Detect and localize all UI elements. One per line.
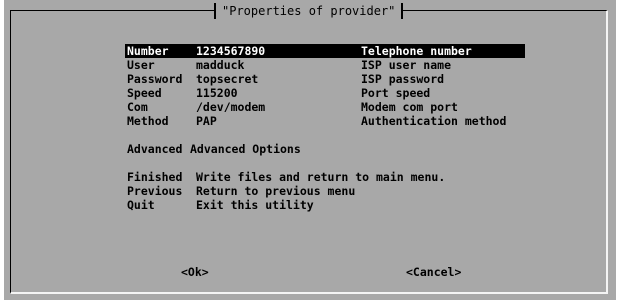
ok-button[interactable]: <Ok>: [181, 265, 209, 279]
menu-item-key: Number: [127, 44, 169, 58]
menu-item-description: Authentication method: [361, 114, 507, 128]
menu-item-description: Telephone number: [361, 44, 472, 58]
menu-item-description: ISP user name: [361, 58, 452, 72]
menu-item-value: Exit this utility: [196, 198, 314, 212]
menu-item-previous[interactable]: Previous Return to previous menu: [125, 184, 525, 198]
menu-item-method[interactable]: Method PAP Authentication method: [125, 114, 525, 128]
menu-item-key: Method: [127, 114, 169, 128]
menu-item-key: Com: [127, 100, 148, 114]
menu-item-value: 1234567890: [196, 44, 266, 58]
menu-item-value: topsecret: [196, 72, 259, 86]
menu-item-value: /dev/modem: [196, 100, 266, 114]
menu-item-finished[interactable]: Finished Write files and return to main …: [125, 170, 525, 184]
dialog-title: "Properties of provider": [214, 3, 404, 19]
menu-item-user[interactable]: User madduck ISP user name: [125, 58, 525, 72]
menu-item-description: Port speed: [361, 86, 431, 100]
menu-item-value: Return to previous menu: [196, 184, 356, 198]
menu-item-key: Advanced: [127, 142, 183, 156]
menu-item-description: Modem com port: [361, 100, 458, 114]
menu-item-value: Advanced Options: [190, 142, 301, 156]
menu-item-key: Previous: [127, 184, 183, 198]
menu-item-value: 115200: [196, 86, 238, 100]
menu-item-password[interactable]: Password topsecret ISP password: [125, 72, 525, 86]
menu-item-key: Quit: [127, 198, 155, 212]
menu-item-key: Finished: [127, 170, 183, 184]
menu-item-value: Write files and return to main menu.: [196, 170, 446, 184]
menu-item-value: PAP: [196, 114, 217, 128]
menu-item-description: ISP password: [361, 72, 445, 86]
menu-item-speed[interactable]: Speed 115200 Port speed: [125, 86, 525, 100]
menu-item-value: madduck: [196, 58, 245, 72]
menu-item-key: Speed: [127, 86, 162, 100]
cancel-button[interactable]: <Cancel>: [406, 265, 461, 279]
menu-item-number[interactable]: Number 1234567890 Telephone number: [125, 44, 525, 58]
terminal-screen: "Properties of provider" Number 12345678…: [0, 0, 621, 305]
menu-item-quit[interactable]: Quit Exit this utility: [125, 198, 525, 212]
menu-item-key: User: [127, 58, 155, 72]
menu-item-advanced[interactable]: Advanced Advanced Options: [125, 142, 525, 156]
menu-item-com[interactable]: Com /dev/modem Modem com port: [125, 100, 525, 114]
provider-properties-dialog: "Properties of provider" Number 12345678…: [4, 0, 616, 300]
menu-item-key: Password: [127, 72, 183, 86]
